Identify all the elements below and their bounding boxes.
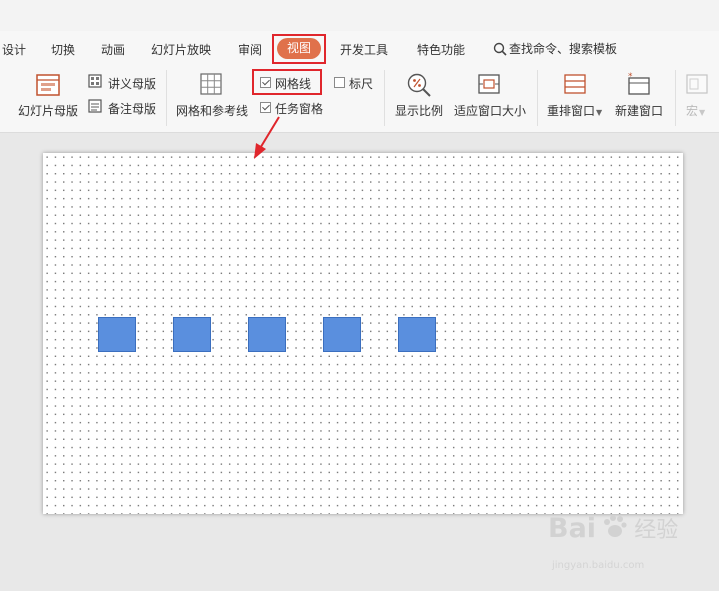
blue-square-shape[interactable] [173,317,211,352]
new-window-icon[interactable]: * [626,72,652,96]
fit-window-label[interactable]: 适应窗口大小 [454,102,526,119]
blue-square-shape[interactable] [323,317,361,352]
notes-master-label[interactable]: 备注母版 [108,100,156,117]
gridlines-checkbox[interactable] [260,77,271,88]
ribbon-separator [537,70,538,126]
grid-guides-icon[interactable] [200,73,222,95]
tab-review[interactable]: 审阅 [238,41,262,58]
new-window-label[interactable]: 新建窗口 [615,102,663,119]
slide-canvas[interactable] [43,153,683,514]
fit-window-icon[interactable] [477,73,501,95]
task-pane-label[interactable]: 任务窗格 [275,100,323,117]
ribbon-separator [675,70,676,126]
handout-master-icon[interactable] [88,74,102,88]
tab-animation[interactable]: 动画 [101,41,125,58]
tab-design[interactable]: 设计 [2,41,26,58]
watermark-logo: Bai [548,513,597,544]
svg-text:*: * [628,72,633,82]
slide-master-label[interactable]: 幻灯片母版 [18,102,78,119]
tab-view[interactable]: 视图 [277,38,321,59]
tab-slideshow[interactable]: 幻灯片放映 [151,41,211,58]
search-label: 查找命令、搜索模板 [509,42,618,56]
chevron-down-icon: ▼ [596,108,603,117]
zoom-label[interactable]: 显示比例 [395,102,443,119]
tab-special[interactable]: 特色功能 [417,41,465,58]
slide-master-icon[interactable] [36,74,60,96]
macro-label[interactable]: 宏▼ [686,102,705,119]
tab-transition[interactable]: 切换 [51,41,75,58]
baidu-watermark: Bai 经验 [548,512,678,544]
search-icon [493,42,507,56]
blue-square-shape[interactable] [398,317,436,352]
chevron-down-icon: ▼ [699,108,706,117]
ribbon-separator [166,70,167,126]
gridlines-label[interactable]: 网格线 [275,75,311,92]
ribbon-separator [384,70,385,126]
search-command[interactable]: 查找命令、搜索模板 [493,40,617,57]
task-pane-checkbox[interactable] [260,102,271,113]
tab-developer[interactable]: 开发工具 [340,41,388,58]
watermark-cn: 经验 [634,518,679,543]
watermark-url: jingyan.baidu.com [552,560,645,571]
grid-guides-label[interactable]: 网格和参考线 [176,102,248,119]
blue-square-shape[interactable] [98,317,136,352]
macro-icon[interactable] [686,74,708,94]
ruler-label[interactable]: 标尺 [349,75,373,92]
paw-icon [604,515,627,537]
title-strip [0,0,719,32]
handout-master-label[interactable]: 讲义母版 [108,75,156,92]
zoom-icon[interactable] [406,72,432,98]
blue-square-shape[interactable] [248,317,286,352]
arrange-window-icon[interactable] [563,73,587,95]
ruler-checkbox[interactable] [334,77,345,88]
arrange-window-label[interactable]: 重排窗口▼ [547,102,602,119]
notes-master-icon[interactable] [88,99,102,113]
